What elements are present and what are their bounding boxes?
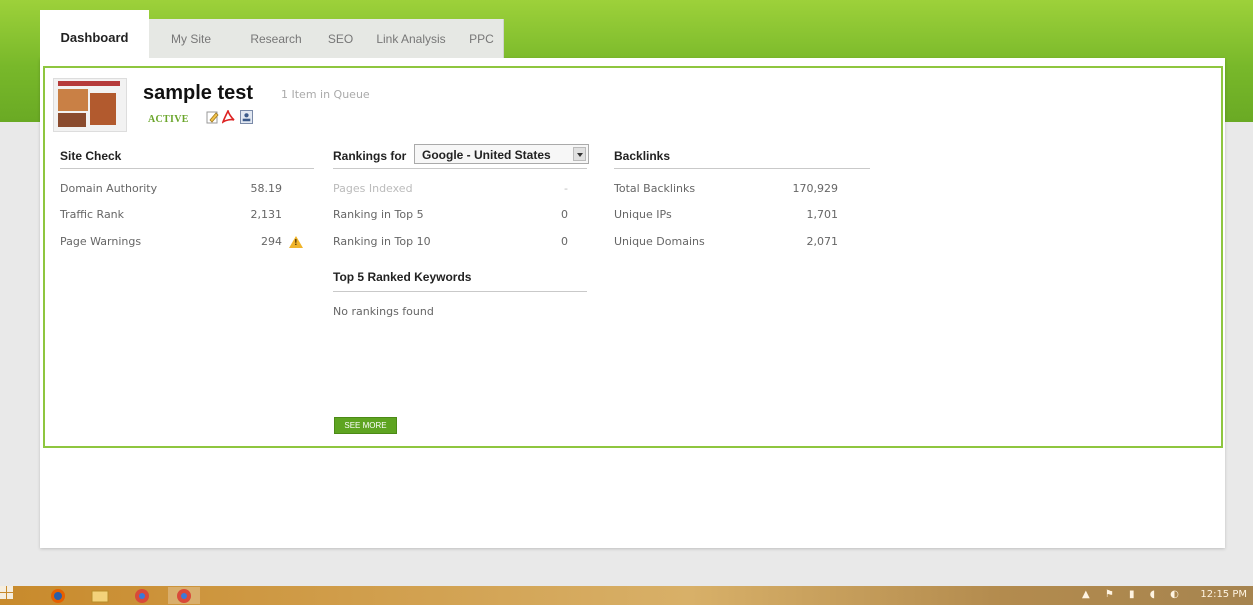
chrome-active-icon[interactable] [168,587,200,604]
clock[interactable]: 12:15 PM [1200,589,1247,600]
tab-ppc[interactable]: PPC [460,19,504,58]
ranking-top10-label: Ranking in Top 10 [333,235,431,248]
ranking-top10-value: 0 [561,235,568,248]
traffic-rank-label: Traffic Rank [60,208,125,221]
site-thumbnail[interactable] [53,78,127,132]
keywords-divider [333,291,587,292]
tab-dashboard[interactable]: Dashboard [40,10,149,58]
domain-authority-label: Domain Authority [60,182,158,195]
rankings-label: Rankings for [333,149,407,163]
file-explorer-icon[interactable] [84,587,116,604]
tab-seo[interactable]: SEO [319,19,363,58]
unique-domains-label: Unique Domains [614,235,705,248]
chevron-down-icon[interactable] [573,147,586,161]
tab-link-analysis[interactable]: Link Analysis [362,19,461,58]
queue-status: 1 Item in Queue [281,88,370,101]
keywords-empty-message: No rankings found [333,305,434,318]
system-tray-icons[interactable]: ▲ ⚑ ▮ ◖ ◐ [1082,589,1185,600]
traffic-rank-value: 2,131 [250,208,283,221]
chrome-icon[interactable] [126,587,158,604]
page-warnings-label: Page Warnings [60,235,142,248]
taskbar: ▲ ⚑ ▮ ◖ ◐ 12:15 PM [0,586,1253,605]
pages-indexed-label: Pages Indexed [333,182,413,195]
site-card: sample test 1 Item in Queue ACTIVE [43,66,1223,448]
total-backlinks-label: Total Backlinks [614,182,696,195]
top-keywords-heading: Top 5 Ranked Keywords [333,270,472,284]
backlinks-heading: Backlinks [614,149,671,163]
windows-start-icon[interactable] [0,586,14,599]
unique-ips-label: Unique IPs [614,208,672,221]
backlinks-divider [614,168,870,169]
ranking-top5-label: Ranking in Top 5 [333,208,424,221]
unique-domains-value: 2,071 [806,235,839,248]
domain-authority-value: 58.19 [250,182,283,195]
status-badge: ACTIVE [148,114,189,125]
tab-research[interactable]: Research [233,19,320,58]
site-check-heading: Site Check [60,149,122,163]
pdf-icon[interactable] [222,110,235,124]
search-engine-value: Google - United States [422,148,551,162]
pages-indexed-value: - [564,182,568,195]
tab-my-site[interactable]: My Site [149,19,234,58]
site-check-divider [60,168,314,169]
image-icon[interactable] [240,110,253,124]
rankings-divider [333,168,587,169]
edit-icon[interactable] [206,110,219,124]
unique-ips-value: 1,701 [806,208,839,221]
warning-mark: ! [294,238,298,247]
see-more-button[interactable]: SEE MORE [334,417,397,434]
site-title: sample test [143,82,254,104]
search-engine-select[interactable]: Google - United States [414,144,589,164]
ranking-top5-value: 0 [561,208,568,221]
firefox-icon[interactable] [42,587,74,604]
page-warnings-value: 294 [261,235,282,248]
total-backlinks-value: 170,929 [792,182,839,195]
